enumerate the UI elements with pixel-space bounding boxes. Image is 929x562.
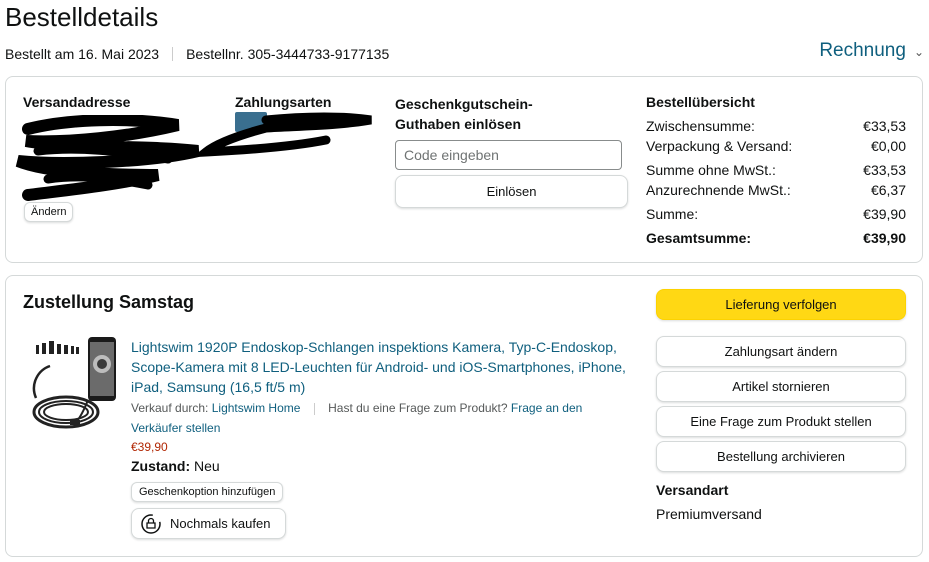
divider <box>313 402 315 415</box>
buy-again-icon <box>141 513 161 534</box>
page-title: Bestelldetails <box>5 2 159 32</box>
summary-row-vat: Anzurechnende MwSt.: €6,37 <box>646 182 906 198</box>
product-image[interactable] <box>28 334 120 434</box>
summary-value: €39,90 <box>863 230 906 246</box>
summary-value: €33,53 <box>863 162 906 178</box>
summary-label: Verpackung & Versand: <box>646 138 793 154</box>
question-label: Hast du eine Frage zum Produkt? <box>328 401 508 415</box>
product-title-link[interactable]: Lightswim 1920P Endoskop-Schlangen inspe… <box>131 337 631 397</box>
giftcard-heading: Geschenkgutschein-Guthaben einlösen <box>395 96 533 132</box>
product-condition: Zustand: Neu <box>131 458 220 474</box>
order-meta: Bestellt am 16. Mai 2023 Bestellnr. 305-… <box>5 46 389 62</box>
shipping-type: Premiumversand <box>656 506 762 522</box>
product-price: €39,90 <box>131 440 168 454</box>
track-delivery-button[interactable]: Lieferung verfolgen <box>656 289 906 320</box>
summary-label: Summe ohne MwSt.: <box>646 162 776 178</box>
seller-info: Verkauf durch: Lightswim Home Hast du ei… <box>131 398 611 438</box>
summary-value: €39,90 <box>863 206 906 222</box>
summary-label: Summe: <box>646 206 699 222</box>
order-summary-heading: Bestellübersicht <box>646 94 755 110</box>
redeem-button[interactable]: Einlösen <box>395 175 628 208</box>
archive-order-button[interactable]: Bestellung archivieren <box>656 441 906 472</box>
giftcard-code-input[interactable] <box>395 140 622 170</box>
order-number: Bestellnr. 305-3444733-9177135 <box>186 46 390 62</box>
change-payment-button[interactable]: Zahlungsart ändern <box>656 336 906 367</box>
summary-value: €33,53 <box>863 118 906 134</box>
summary-label: Zwischensumme: <box>646 118 755 134</box>
condition-label: Zustand: <box>131 458 191 474</box>
address-heading: Versandadresse <box>23 94 131 110</box>
invoice-dropdown[interactable]: Rechnung ⌄ <box>819 40 924 62</box>
cancel-item-button[interactable]: Artikel stornieren <box>656 371 906 402</box>
divider <box>172 47 174 61</box>
payment-heading: Zahlungsarten <box>235 94 332 110</box>
summary-value: €6,37 <box>870 182 906 198</box>
condition-value: Neu <box>194 458 220 474</box>
summary-value: €0,00 <box>870 138 906 154</box>
summary-row-sum: Summe: €39,90 <box>646 206 906 222</box>
change-address-button[interactable]: Ändern <box>24 202 74 222</box>
sold-by-label: Verkauf durch: <box>131 401 209 415</box>
summary-row-subtotal: Zwischensumme: €33,53 <box>646 118 906 134</box>
summary-label: Gesamtsumme: <box>646 230 752 246</box>
shipping-type-heading: Versandart <box>656 482 729 498</box>
order-date: Bestellt am 16. Mai 2023 <box>5 46 160 62</box>
order-summary-box: Versandadresse Ändern Zahlungsarten Gesc… <box>5 76 923 263</box>
ask-question-button[interactable]: Eine Frage zum Produkt stellen <box>656 406 906 437</box>
shipment-box: Zustellung Samstag Lightswim 1920P Endos… <box>5 275 923 557</box>
invoice-label: Rechnung <box>819 40 906 61</box>
shipment-heading: Zustellung Samstag <box>23 292 195 312</box>
add-gift-option-button[interactable]: Geschenkoption hinzufügen <box>131 482 284 502</box>
summary-row-total: Gesamtsumme: €39,90 <box>646 230 906 246</box>
chevron-down-icon: ⌄ <box>913 45 924 59</box>
summary-row-net: Summe ohne MwSt.: €33,53 <box>646 162 906 178</box>
buy-again-label: Nochmals kaufen <box>170 516 271 531</box>
buy-again-button[interactable]: Nochmals kaufen <box>131 508 286 539</box>
summary-row-shipping: Verpackung & Versand: €0,00 <box>646 138 906 154</box>
summary-label: Anzurechnende MwSt.: <box>646 182 791 198</box>
redacted-payment <box>192 112 372 158</box>
seller-link[interactable]: Lightswim Home <box>212 401 301 415</box>
